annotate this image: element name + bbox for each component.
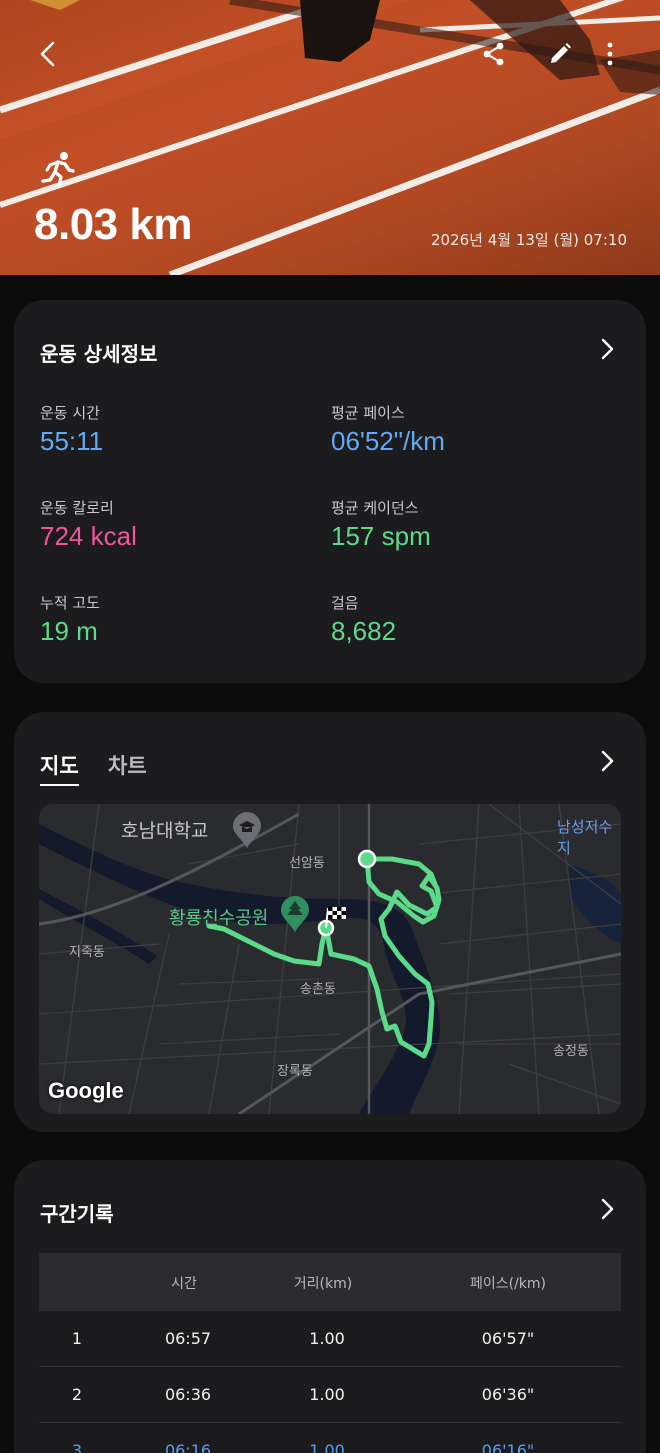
stat-label-steps: 걸음 <box>331 594 359 612</box>
table-row: 3 06:16 1.00 06'16" <box>39 1423 621 1453</box>
total-distance: 8.03 km <box>34 200 192 249</box>
tab-chart[interactable]: 차트 <box>108 750 147 780</box>
lap-distance: 1.00 <box>309 1385 345 1404</box>
share-icon <box>483 42 504 66</box>
table-row: 1 06:57 1.00 06'57" <box>39 1311 621 1367</box>
map-label-songchon: 송촌동 <box>300 982 336 997</box>
hero-banner: 8.03 km 2026년 4월 13일 (월) 07:10 <box>0 0 660 275</box>
card-title: 운동 상세정보 <box>40 342 158 366</box>
stat-value-avg-pace: 06'52"/km <box>331 426 445 456</box>
google-logo: Google <box>48 1078 124 1103</box>
lap-number: 1 <box>71 1329 83 1348</box>
header-distance: 거리(km) <box>293 1276 353 1292</box>
stat-label-elevation: 누적 고도 <box>40 594 100 612</box>
share-button[interactable] <box>472 32 516 76</box>
map-label-lake: 남성저수지 <box>557 818 613 857</box>
edit-button[interactable] <box>538 32 582 76</box>
more-options-button[interactable] <box>588 32 632 76</box>
lap-pace: 06'36" <box>481 1385 535 1404</box>
route-map[interactable]: 호남대학교 남성저수지 선암동 황룡친수공원 지죽동 송촌동 송정동 장록동 G… <box>39 804 621 1114</box>
lap-distance: 1.00 <box>309 1329 345 1348</box>
header-time: 시간 <box>171 1276 197 1292</box>
stat-value-steps: 8,682 <box>331 616 397 646</box>
map-background <box>39 804 621 1114</box>
laps-card: 구간기록 시간 거리(km) 페이스(/km) 1 06:57 1.00 06'… <box>14 1160 646 1453</box>
lap-time: 06:16 <box>164 1441 212 1453</box>
header-pace: 페이스(/km) <box>469 1276 547 1292</box>
stat-value-duration: 55:11 <box>40 426 104 456</box>
lap-pace: 06'16" <box>481 1441 535 1453</box>
workout-datetime: 2026년 4월 13일 (월) 07:10 <box>430 231 627 249</box>
table-row: 2 06:36 1.00 06'36" <box>39 1367 621 1423</box>
stat-label-cadence: 평균 케이던스 <box>331 499 419 517</box>
chevron-right-icon[interactable] <box>596 1198 618 1220</box>
workout-details-card[interactable]: 운동 상세정보 운동 시간 55:11 평균 페이스 06'52"/km 운동 … <box>14 300 646 683</box>
back-button[interactable] <box>26 32 70 76</box>
pencil-icon <box>551 43 571 63</box>
lap-number: 2 <box>71 1385 83 1404</box>
stat-value-cadence: 157 spm <box>331 521 431 551</box>
map-label-seonam: 선암동 <box>289 856 325 871</box>
map-label-park: 황룡친수공원 <box>169 908 269 929</box>
map-label-university: 호남대학교 <box>121 820 209 842</box>
map-label-jangrok: 장록동 <box>277 1064 313 1079</box>
tab-map[interactable]: 지도 <box>40 750 79 786</box>
stat-value-calories: 724 kcal <box>40 521 137 551</box>
top-app-bar <box>0 28 660 84</box>
chevron-right-icon[interactable] <box>596 750 618 772</box>
chevron-right-icon[interactable] <box>596 338 618 360</box>
map-chart-card: 지도 차트 호남대학교 남성저수지 선암동 황룡친수공원 지죽동 송촌동 송정동… <box>14 712 646 1132</box>
laps-table-header: 시간 거리(km) 페이스(/km) <box>39 1253 621 1311</box>
card-title: 구간기록 <box>40 1202 114 1226</box>
lap-pace: 06'57" <box>481 1329 535 1348</box>
more-vertical-icon <box>607 42 613 66</box>
lap-distance: 1.00 <box>309 1441 345 1453</box>
lap-time: 06:36 <box>164 1385 212 1404</box>
map-label-songjeong: 송정동 <box>553 1044 589 1059</box>
stat-label-calories: 운동 칼로리 <box>40 499 114 517</box>
map-label-jijuk: 지죽동 <box>69 945 105 960</box>
stat-label-avg-pace: 평균 페이스 <box>331 404 405 422</box>
chevron-left-icon <box>40 41 55 67</box>
running-icon <box>41 152 75 188</box>
stat-label-duration: 운동 시간 <box>40 404 100 422</box>
stat-value-elevation: 19 m <box>40 616 98 646</box>
lap-time: 06:57 <box>164 1329 212 1348</box>
lap-number: 3 <box>71 1441 83 1453</box>
